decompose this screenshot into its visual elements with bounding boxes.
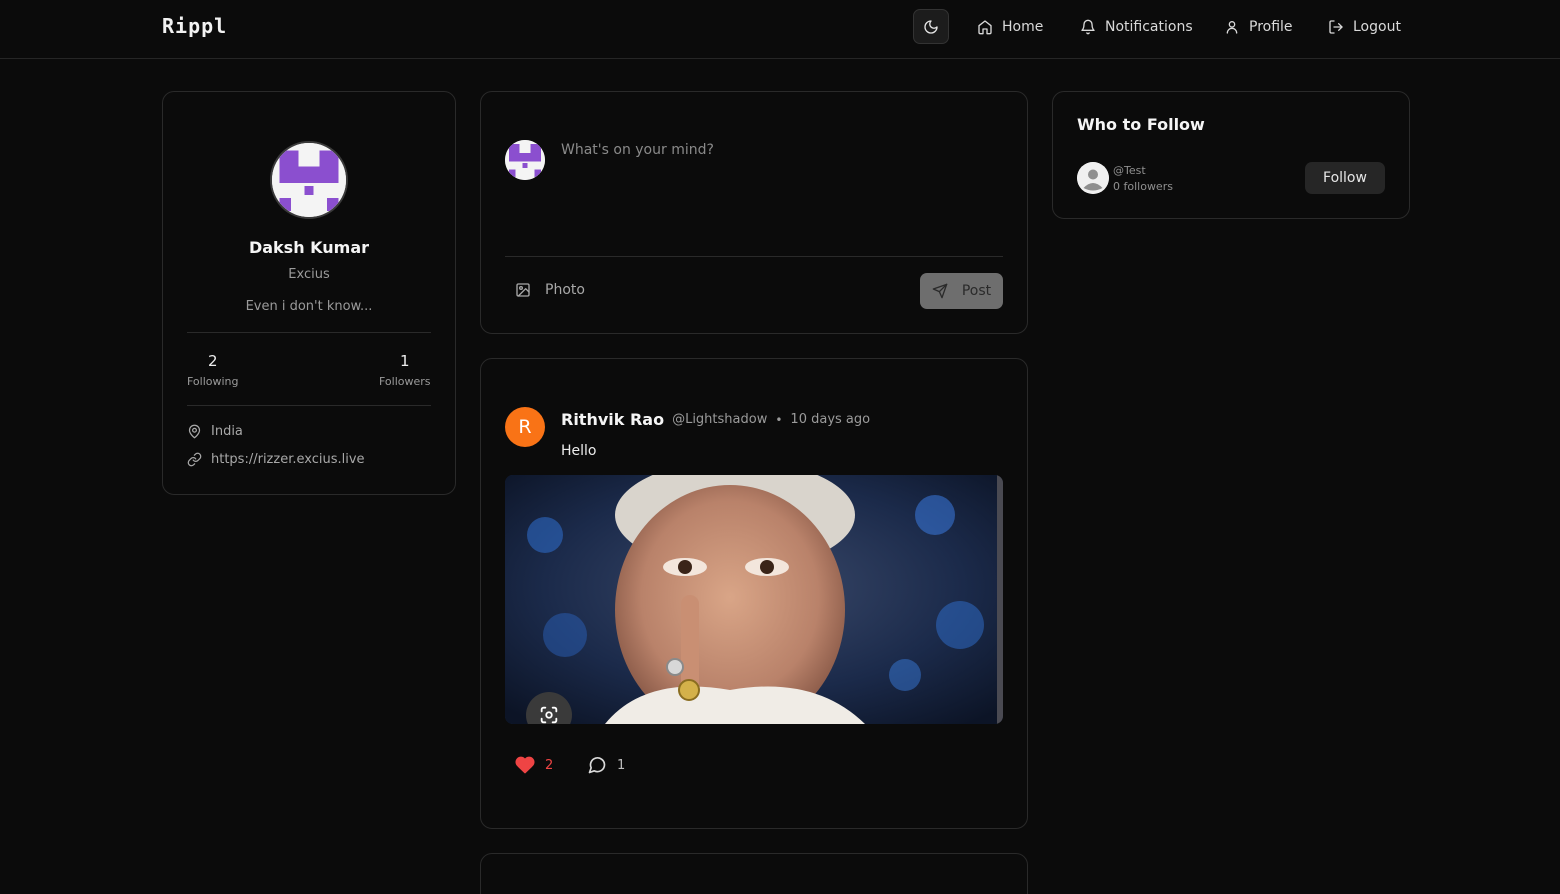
- post-timestamp: 10 days ago: [790, 412, 871, 427]
- theme-toggle-button[interactable]: [913, 9, 949, 44]
- nav-logout-link[interactable]: Logout: [1328, 16, 1401, 38]
- following-label: Following: [187, 375, 239, 388]
- profile-location: India: [187, 424, 243, 439]
- post-composer-card: What's on your mind? Photo Post: [480, 91, 1028, 334]
- post-card-next: [480, 853, 1028, 894]
- post-submit-button[interactable]: Post: [920, 273, 1003, 309]
- default-avatar-icon: [1077, 162, 1109, 194]
- send-icon: [932, 283, 948, 299]
- followers-count[interactable]: 1: [400, 352, 410, 370]
- follow-button[interactable]: Follow: [1305, 162, 1385, 194]
- nav-logout-label: Logout: [1353, 19, 1401, 35]
- profile-avatar[interactable]: [270, 141, 348, 219]
- post-author-username[interactable]: @Lightshadow: [672, 412, 767, 427]
- moon-icon: [924, 19, 938, 34]
- post-author-name[interactable]: Rithvik Rao: [561, 410, 664, 429]
- who-to-follow-title: Who to Follow: [1077, 115, 1205, 134]
- home-icon: [978, 20, 992, 35]
- comment-button[interactable]: 1: [587, 755, 625, 775]
- identicon-image: [272, 143, 346, 217]
- nav-home-link[interactable]: Home: [977, 16, 1043, 38]
- profile-bio: Even i don't know...: [245, 299, 373, 314]
- composer-avatar: [505, 140, 545, 180]
- profile-website[interactable]: https://rizzer.excius.live: [187, 452, 365, 467]
- like-count: 2: [545, 757, 554, 773]
- who-to-follow-card: Who to Follow @Test 0 followers Follow: [1052, 91, 1410, 219]
- image-icon: [516, 283, 530, 297]
- suggested-user-avatar[interactable]: [1077, 162, 1109, 194]
- following-count[interactable]: 2: [208, 352, 218, 370]
- post-card: R Rithvik Rao @Lightshadow • 10 days ago…: [480, 358, 1028, 829]
- like-button[interactable]: 2: [515, 755, 553, 775]
- add-photo-button[interactable]: Photo: [515, 282, 585, 298]
- post-separator: •: [775, 412, 783, 427]
- brand-logo[interactable]: Rippl: [162, 14, 227, 38]
- nav-notifications-link[interactable]: Notifications: [1080, 16, 1193, 38]
- profile-handle: Excius: [288, 267, 330, 282]
- logout-icon: [1329, 20, 1343, 34]
- composer-divider: [505, 256, 1003, 257]
- nav-home-label: Home: [1002, 19, 1044, 35]
- top-navbar: Rippl Home Notifications Profile Logout: [0, 0, 1560, 59]
- profile-divider-bottom: [187, 405, 431, 406]
- profile-name: Daksh Kumar: [248, 238, 370, 257]
- website-link[interactable]: https://rizzer.excius.live: [211, 452, 365, 467]
- post-photo: [505, 475, 1003, 724]
- post-label: Post: [961, 283, 992, 299]
- heart-icon: [515, 756, 535, 774]
- post-author-avatar[interactable]: R: [505, 407, 545, 447]
- suggested-user-followers: 0 followers: [1113, 180, 1173, 193]
- composer-textarea[interactable]: What's on your mind?: [561, 142, 714, 158]
- map-pin-icon: [188, 424, 201, 439]
- post-header: Rithvik Rao @Lightshadow • 10 days ago: [561, 410, 870, 429]
- comment-count: 1: [617, 757, 626, 773]
- followers-label: Followers: [379, 375, 431, 388]
- bell-icon: [1081, 19, 1095, 35]
- link-icon: [187, 452, 202, 467]
- post-body-text: Hello: [561, 443, 597, 459]
- location-text: India: [211, 424, 243, 439]
- identicon-image: [505, 140, 545, 180]
- user-icon: [1226, 21, 1238, 34]
- camera-icon: [540, 706, 558, 724]
- photo-label: Photo: [545, 282, 585, 298]
- suggested-user-handle[interactable]: @Test: [1113, 164, 1146, 177]
- post-image[interactable]: [505, 475, 1003, 724]
- profile-card: Daksh Kumar Excius Even i don't know... …: [162, 91, 456, 495]
- comment-icon: [588, 757, 606, 774]
- profile-divider-top: [187, 332, 431, 333]
- nav-profile-label: Profile: [1249, 19, 1293, 35]
- nav-profile-link[interactable]: Profile: [1224, 16, 1293, 38]
- nav-notifications-label: Notifications: [1105, 19, 1193, 35]
